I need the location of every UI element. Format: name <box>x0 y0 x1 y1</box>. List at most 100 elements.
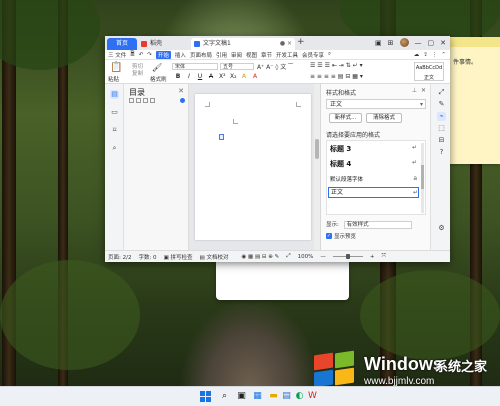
bookmark-nav-icon[interactable]: ⌑ <box>110 126 119 135</box>
tab-home[interactable]: 首页 <box>107 38 137 50</box>
fullscreen-icon[interactable]: ⤢ <box>286 253 290 260</box>
style-item-heading3[interactable]: 标题 3 ↵ <box>330 144 417 154</box>
new-tab-button[interactable]: + <box>297 37 305 47</box>
layout-icon[interactable]: ▣ <box>375 39 382 47</box>
italic-button[interactable]: I <box>186 73 192 80</box>
font-color-button[interactable]: A <box>252 73 258 80</box>
more-icon[interactable]: ⋮ <box>432 52 438 58</box>
new-style-button[interactable]: 新样式... <box>329 113 362 123</box>
settings-icon[interactable]: ⚙ <box>437 224 446 233</box>
expand-pane-icon[interactable]: ⤢ <box>437 88 446 97</box>
zoom-in-icon[interactable]: + <box>370 254 375 260</box>
sticky-note[interactable]: 件事情。 <box>447 37 500 164</box>
tab-document[interactable]: 文字文稿1 ● × <box>191 38 295 50</box>
highlight-button[interactable]: A <box>241 73 247 80</box>
edge-icon[interactable]: ◐ <box>294 391 305 402</box>
menu-developer[interactable]: 开发工具 <box>276 51 298 59</box>
spellcheck-toggle[interactable]: ▣ 拼写检查 <box>164 253 193 261</box>
minimize-icon[interactable]: — <box>415 39 422 47</box>
zoom-slider[interactable] <box>332 254 363 259</box>
show-preview-checkbox[interactable]: ✓ <box>326 233 332 239</box>
font-size-select[interactable]: 五号 <box>220 63 254 70</box>
explorer-icon[interactable]: ▬ <box>268 391 279 402</box>
style-pane-icon[interactable]: ⌁ <box>437 112 446 121</box>
task-view-icon[interactable]: ▣ <box>236 391 247 402</box>
store-icon[interactable]: ▤ <box>281 391 292 402</box>
current-style-select[interactable]: 正文 ▾ <box>326 99 426 109</box>
zoom-slider-knob[interactable] <box>345 254 350 259</box>
avatar[interactable] <box>399 38 409 47</box>
tab-docer[interactable]: 稻壳 <box>138 38 190 50</box>
wps-icon[interactable]: W <box>307 391 318 402</box>
format-painter-icon[interactable]: 🖌 <box>152 63 162 72</box>
align-icons[interactable]: ≡ ≡ ≡ ≡ ▤ ⊟ ▦ ▾ <box>310 73 363 80</box>
folder-nav-icon[interactable]: ▭ <box>110 108 119 117</box>
strikethrough-button[interactable]: A <box>208 73 214 80</box>
maximize-icon[interactable]: ▢ <box>428 39 435 47</box>
close-icon[interactable]: ✕ <box>440 39 446 47</box>
clear-format-button[interactable]: 清除格式 <box>366 113 402 123</box>
pin-icon[interactable]: ⊥ <box>412 87 417 94</box>
start-icon[interactable] <box>200 391 211 402</box>
menu-review[interactable]: 审阅 <box>231 51 242 59</box>
style-item-default-font[interactable]: 默认段落字体 a <box>330 175 417 183</box>
document-page[interactable] <box>195 94 311 240</box>
show-filter-select[interactable]: 有效样式 <box>343 221 412 229</box>
grid-icon[interactable]: ⊞ <box>388 39 394 47</box>
zoom-level[interactable]: 100% <box>298 254 314 260</box>
search-nav-icon[interactable]: ⌕ <box>110 144 119 153</box>
menu-section[interactable]: 章节 <box>261 51 272 59</box>
sync-icon[interactable]: ☁ <box>414 52 420 58</box>
menu-file[interactable]: 三 文件 <box>108 51 126 59</box>
proofread-button[interactable]: ▤ 文档校对 <box>200 253 229 261</box>
collapse-ribbon-icon[interactable]: ⌃ <box>441 52 446 58</box>
toc-add-icon[interactable] <box>143 98 148 103</box>
style-item-normal[interactable]: 正文 ↵ <box>328 187 419 198</box>
word-count[interactable]: 字数: 0 <box>138 253 156 261</box>
style-list-scrollbar[interactable] <box>421 143 424 213</box>
copy-button[interactable]: 复制 <box>132 69 143 77</box>
menu-page-layout[interactable]: 页面布局 <box>190 51 212 59</box>
style-list-scrollbar-thumb[interactable] <box>421 165 424 189</box>
underline-button[interactable]: U <box>197 73 203 80</box>
toolbar-save-icon[interactable]: 🗎 <box>130 50 134 59</box>
close-pane-icon[interactable]: ✕ <box>421 87 426 94</box>
fit-page-icon[interactable]: ⤧ <box>382 253 386 260</box>
format-painter-button[interactable]: 格式刷 <box>150 75 167 83</box>
share-icon[interactable]: ⇪ <box>423 52 428 58</box>
toc-collapse-icon[interactable] <box>136 98 141 103</box>
paste-button[interactable]: 粘贴 <box>108 75 119 83</box>
toc-remove-icon[interactable] <box>150 98 155 103</box>
bold-button[interactable]: B <box>175 73 181 80</box>
menu-view[interactable]: 视图 <box>246 51 257 59</box>
paste-options-icon[interactable] <box>219 134 224 140</box>
paint-icon[interactable]: ✎ <box>437 100 446 109</box>
page-count[interactable]: 页面: 2/2 <box>108 253 131 261</box>
zoom-out-icon[interactable]: — <box>320 254 326 260</box>
scrollbar-thumb[interactable] <box>315 139 319 159</box>
help-icon[interactable]: ? <box>437 148 446 157</box>
style-gallery[interactable]: AaBbCcDd 正文 <box>414 62 444 81</box>
paste-icon[interactable]: 📋 <box>110 62 122 73</box>
search-icon[interactable]: ⌕ <box>328 51 331 58</box>
toc-expand-icon[interactable] <box>129 98 134 103</box>
toc-smart-icon[interactable] <box>180 98 185 103</box>
superscript-button[interactable]: X² <box>219 73 226 80</box>
layout-pane-icon[interactable]: ⊟ <box>437 136 446 145</box>
toc-close-icon[interactable]: ✕ <box>178 87 184 95</box>
search-icon[interactable]: ⌕ <box>219 391 230 402</box>
menu-insert[interactable]: 插入 <box>175 51 186 59</box>
toc-nav-icon[interactable]: ▤ <box>110 90 119 99</box>
list-icons[interactable]: ☰ ☰ ☰ ⇤ ⇥ ⇅ ↵ ▾ <box>310 62 363 69</box>
widgets-icon[interactable]: ▦ <box>252 391 263 402</box>
style-item-heading4[interactable]: 标题 4 ↵ <box>330 159 417 169</box>
menu-home[interactable]: 开始 <box>155 50 171 59</box>
select-icon[interactable]: ⬚ <box>437 124 446 133</box>
subscript-button[interactable]: X₂ <box>230 73 237 80</box>
menu-references[interactable]: 引用 <box>216 51 227 59</box>
close-tab-icon[interactable]: ● × <box>280 38 292 50</box>
toolbar-undo-icon[interactable]: ↶ <box>139 52 144 58</box>
menu-member[interactable]: 会员专享 <box>302 51 324 59</box>
view-mode-icons[interactable]: ◉ ▦ ▤ ⊟ ⊕ ✎ <box>242 254 280 260</box>
toolbar-redo-icon[interactable]: ↷ <box>147 52 152 58</box>
